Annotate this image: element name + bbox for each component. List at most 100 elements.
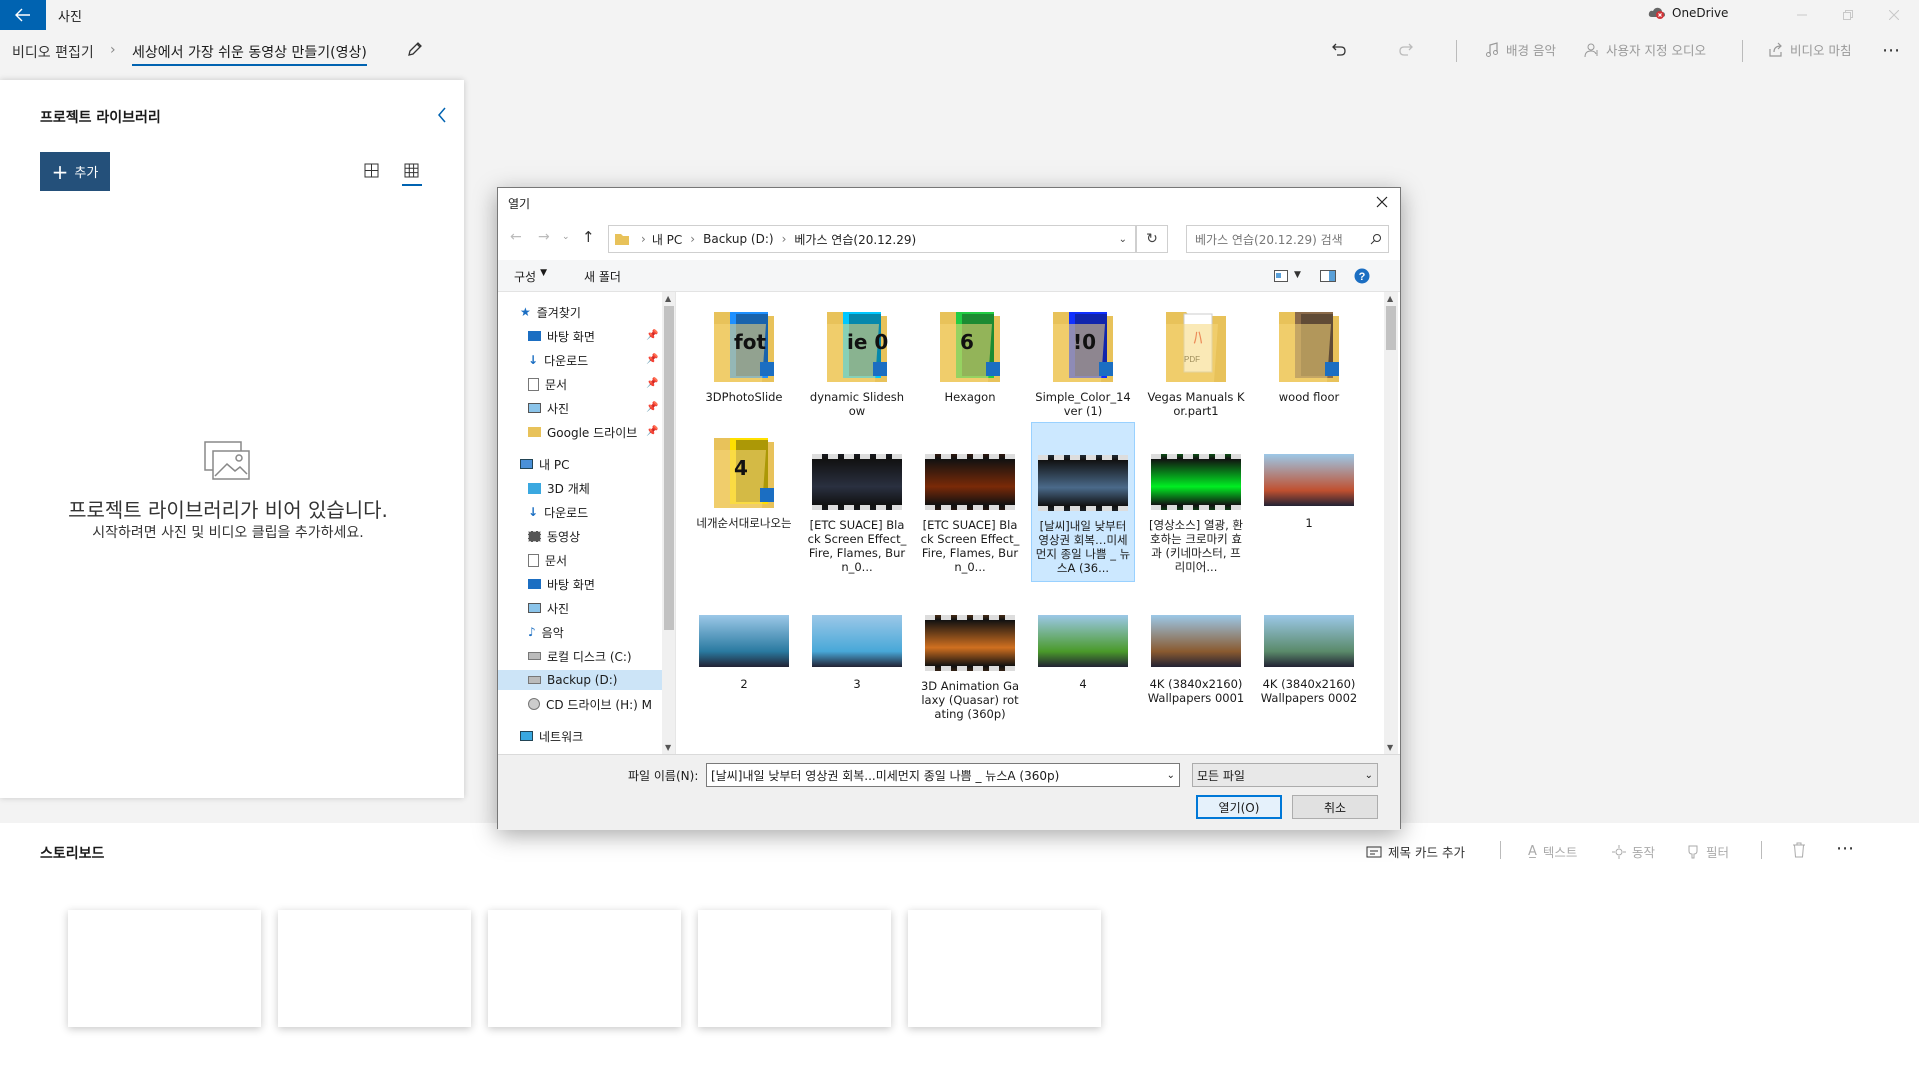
storyboard-slot[interactable] — [278, 910, 471, 1027]
pencil-icon[interactable] — [406, 40, 424, 58]
file-item[interactable]: 3 — [805, 583, 909, 691]
file-list-scrollbar-thumb[interactable] — [1386, 306, 1396, 350]
file-item[interactable]: 6 Hexagon — [918, 296, 1022, 404]
address-dropdown-icon[interactable]: ⌄ — [1119, 234, 1127, 245]
storyboard-slot[interactable] — [908, 910, 1101, 1027]
trash-icon[interactable] — [1792, 842, 1806, 858]
folder-preview-mark: ie 0 — [847, 330, 889, 354]
filter-button[interactable]: 필터 — [1686, 842, 1729, 861]
file-item[interactable]: [ETC SUACE] Black Screen Effect_Fire, Fl… — [805, 422, 909, 574]
file-item[interactable]: 4 — [1031, 583, 1135, 691]
preview-pane-icon[interactable] — [1320, 270, 1336, 282]
file-item[interactable]: 1 — [1257, 422, 1361, 530]
nav-item-3d-objects[interactable]: 3D 개체 — [528, 478, 590, 498]
nav-scrollbar[interactable]: ▲ ▼ — [662, 292, 675, 754]
file-item[interactable]: 4K (3840x2160) Wallpapers 0001 — [1144, 583, 1248, 705]
maximize-button[interactable] — [1825, 0, 1871, 30]
large-grid-view-icon[interactable] — [364, 163, 379, 178]
minimize-button[interactable] — [1779, 0, 1825, 30]
add-media-button[interactable]: + 추가 — [40, 152, 110, 191]
nav-item-downloads[interactable]: ↓ 다운로드 — [528, 502, 588, 522]
help-icon[interactable]: ? — [1354, 268, 1370, 284]
nav-item-backup-drive[interactable]: Backup (D:) — [498, 670, 662, 690]
nav-item-pictures[interactable]: 사진 — [528, 398, 569, 418]
file-item[interactable]: ﾊPDF Vegas Manuals Kor.part1 — [1144, 296, 1248, 418]
close-window-button[interactable] — [1871, 0, 1917, 30]
background-music-button[interactable]: 배경 음악 — [1484, 40, 1556, 59]
nav-scrollbar-thumb[interactable] — [664, 306, 674, 630]
text-button[interactable]: A̲ 텍스트 — [1528, 842, 1577, 861]
address-bar[interactable]: › 내 PC › Backup (D:) › 베가스 연습(20.12.29) … — [608, 225, 1136, 253]
breadcrumb-video-editor[interactable]: 비디오 편집기 — [12, 42, 94, 62]
file-item[interactable]: 4K (3840x2160) Wallpapers 0002 — [1257, 583, 1361, 705]
file-item[interactable]: !0 Simple_Color_14ver (1) — [1031, 296, 1135, 418]
file-item[interactable]: [ETC SUACE] Black Screen Effect_Fire, Fl… — [918, 422, 1022, 574]
path-segment[interactable]: 내 PC — [652, 231, 682, 248]
nav-item-documents[interactable]: 문서 — [528, 550, 567, 570]
file-item[interactable]: ie 0 dynamic Slideshow — [805, 296, 909, 418]
filename-input[interactable]: [날씨]내일 낮부터 영상권 회복...미세먼지 종일 나쁨 _ 뉴스A (36… — [706, 763, 1180, 787]
finish-video-button[interactable]: 비디오 마침 — [1768, 40, 1851, 59]
file-item[interactable]: [영상소스] 열광, 환호하는 크로마키 효과 (키네마스터, 프리미어... — [1144, 422, 1248, 574]
scroll-up-icon[interactable]: ▲ — [665, 294, 671, 303]
refresh-button[interactable]: ↻ — [1136, 225, 1168, 253]
view-dropdown-icon[interactable]: ▼ — [1294, 270, 1301, 280]
motion-button[interactable]: 동작 — [1612, 842, 1655, 861]
storyboard-slot[interactable] — [698, 910, 891, 1027]
back-button[interactable] — [0, 0, 46, 30]
nav-quick-access[interactable]: ★ 즐겨찾기 — [520, 302, 581, 322]
project-title[interactable]: 세상에서 가장 쉬운 동영상 만들기(영상) — [132, 42, 367, 66]
scroll-down-icon[interactable]: ▼ — [665, 743, 671, 752]
nav-item-documents[interactable]: 문서 — [528, 374, 567, 394]
empty-library-title: 프로젝트 라이브러리가 비어 있습니다. — [68, 498, 388, 522]
back-arrow-icon[interactable]: ← — [510, 229, 522, 245]
organize-button[interactable]: 구성 ▼ — [514, 268, 547, 285]
nav-item-cd-drive[interactable]: CD 드라이브 (H:) M — [528, 694, 652, 714]
nav-item-google-drive[interactable]: Google 드라이브 — [528, 422, 637, 442]
nav-item-local-disk[interactable]: 로컬 디스크 (C:) — [528, 646, 632, 666]
nav-item-videos[interactable]: 동영상 — [528, 526, 580, 546]
nav-item-music[interactable]: ♪ 음악 — [528, 622, 564, 642]
scroll-up-icon[interactable]: ▲ — [1387, 294, 1393, 303]
nav-item-downloads[interactable]: ↓ 다운로드 — [528, 350, 588, 370]
storyboard-more-icon[interactable]: ⋯ — [1836, 838, 1854, 859]
small-grid-view-icon[interactable] — [404, 163, 419, 178]
collapse-chevron-icon[interactable] — [436, 106, 448, 124]
file-item[interactable]: 3D Animation Galaxy (Quasar) rotating (3… — [918, 583, 1022, 721]
new-folder-button[interactable]: 새 폴더 — [584, 268, 621, 285]
nav-network[interactable]: 네트워크 — [520, 726, 583, 746]
redo-icon[interactable] — [1397, 41, 1415, 59]
scroll-down-icon[interactable]: ▼ — [1387, 743, 1393, 752]
open-button[interactable]: 열기(O) — [1196, 795, 1282, 819]
up-arrow-icon[interactable]: ↑ — [582, 228, 595, 246]
file-item[interactable]: fot 3DPhotoSlide — [692, 296, 796, 404]
view-options-icon[interactable] — [1274, 270, 1288, 282]
nav-item-desktop[interactable]: 바탕 화면 — [528, 326, 595, 346]
forward-arrow-icon[interactable]: → — [538, 229, 550, 245]
more-options-icon[interactable]: ⋯ — [1882, 40, 1900, 61]
nav-item-desktop[interactable]: 바탕 화면 — [528, 574, 595, 594]
undo-icon[interactable] — [1330, 41, 1348, 59]
dialog-close-icon[interactable] — [1372, 192, 1392, 212]
breadcrumb-chevron-icon: › — [110, 42, 116, 58]
file-item[interactable]: 4 네개순서대로나오는 — [692, 422, 796, 530]
path-segment[interactable]: Backup (D:) — [703, 232, 773, 246]
file-item[interactable]: 2 — [692, 583, 796, 691]
storyboard-slot[interactable] — [488, 910, 681, 1027]
folder-icon: 6 — [936, 304, 1004, 386]
recent-locations-chevron-icon[interactable]: ⌄ — [562, 232, 570, 242]
onedrive-status[interactable]: OneDrive — [1648, 6, 1728, 20]
custom-audio-button[interactable]: 사용자 지정 오디오 — [1584, 40, 1706, 59]
path-segment[interactable]: 베가스 연습(20.12.29) — [794, 231, 916, 248]
nav-item-pictures[interactable]: 사진 — [528, 598, 569, 618]
nav-this-pc[interactable]: 내 PC — [520, 454, 569, 474]
add-title-card-button[interactable]: 제목 카드 추가 — [1366, 842, 1465, 861]
file-list-scrollbar[interactable]: ▲ ▼ — [1384, 292, 1398, 754]
file-item[interactable]: [날씨]내일 낮부터 영상권 회복…미세먼지 종일 나쁨 _ 뉴스A (36..… — [1031, 422, 1135, 582]
filetype-select[interactable]: 모든 파일 ⌄ — [1192, 763, 1378, 787]
cancel-button[interactable]: 취소 — [1292, 795, 1378, 819]
search-input[interactable]: 베가스 연습(20.12.29) 검색 — [1186, 225, 1389, 253]
file-item[interactable]: wood floor — [1257, 296, 1361, 404]
storyboard-slot[interactable] — [68, 910, 261, 1027]
filename-dropdown-icon[interactable]: ⌄ — [1167, 770, 1175, 781]
